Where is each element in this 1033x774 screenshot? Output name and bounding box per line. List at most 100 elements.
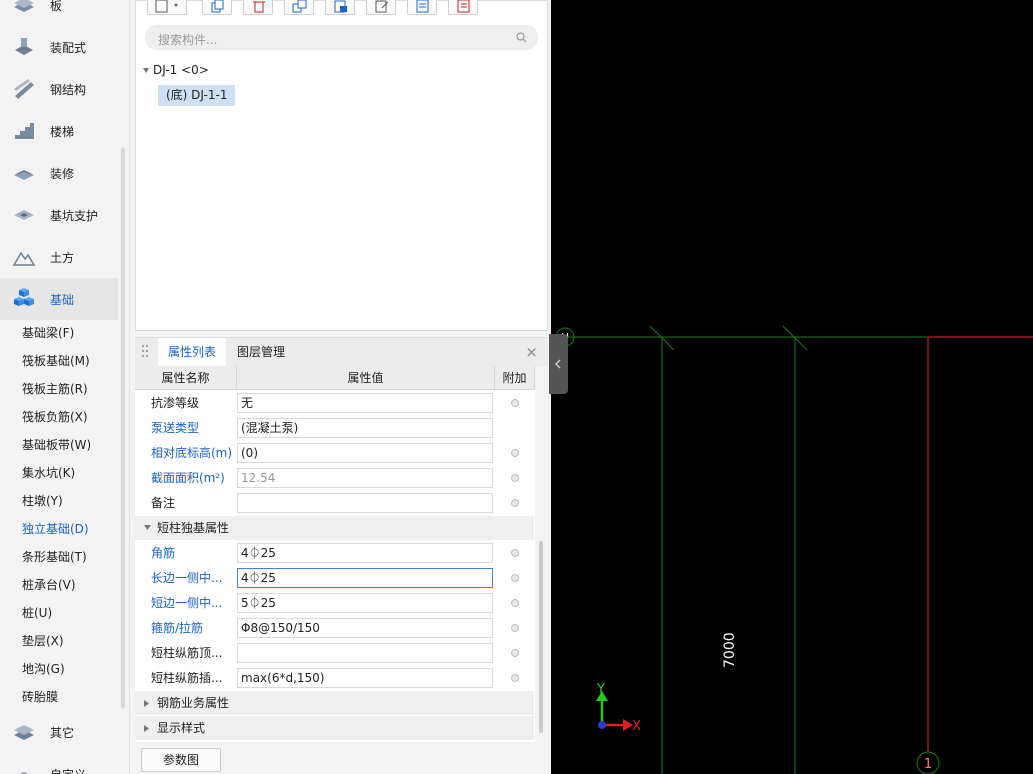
expand-arrow-icon[interactable] — [143, 68, 149, 73]
copy-button[interactable] — [202, 0, 232, 15]
attach-checkbox[interactable] — [511, 574, 519, 582]
property-name: 短柱纵筋顶... — [151, 646, 223, 660]
tab-property-list[interactable]: 属性列表 — [158, 338, 227, 367]
delete-button[interactable] — [243, 0, 273, 15]
expand-arrow-icon — [144, 700, 149, 707]
property-value[interactable]: Φ8@150/150 — [237, 618, 493, 638]
pit-support-icon — [14, 210, 34, 220]
nav-subitem[interactable]: 垫层(X) — [22, 631, 64, 651]
category-sidebar: 板 装配式 钢结构 楼梯 装修 基坑支护 土方 基础 基础梁(F) 筏板基础(M… — [0, 0, 130, 774]
property-value[interactable]: 4⏀25 — [237, 543, 493, 563]
nav-category-label: 土方 — [50, 250, 75, 265]
search-icon[interactable] — [516, 32, 527, 43]
nav-subitem[interactable]: 砖胎膜 — [22, 687, 58, 707]
nav-subitem[interactable]: 筏板负筋(X) — [22, 407, 88, 427]
paste-button[interactable] — [325, 0, 355, 15]
property-group-display[interactable]: 显示样式 — [135, 716, 534, 740]
other-icon — [14, 725, 34, 740]
checklist-button[interactable] — [448, 0, 478, 15]
axis-label-1: 1 — [924, 757, 932, 772]
property-name: 角筋 — [151, 546, 176, 560]
decoration-icon — [14, 170, 34, 180]
steel-icon — [14, 79, 34, 99]
new-component-button[interactable] — [147, 0, 187, 15]
nav-category-stairs[interactable]: 楼梯 — [0, 110, 118, 152]
nav-category-steel[interactable]: 钢结构 — [0, 68, 118, 110]
close-icon[interactable]: × — [525, 343, 538, 361]
tab-layer-management[interactable]: 图层管理 — [237, 338, 285, 367]
nav-subitem[interactable]: 筏板基础(M) — [22, 351, 90, 371]
attach-checkbox[interactable] — [511, 674, 519, 682]
property-name: 短柱纵筋插... — [151, 671, 223, 685]
nav-category-label: 其它 — [50, 725, 75, 740]
nav-category-foundation[interactable]: 基础 — [0, 278, 118, 320]
property-grid: 属性名称 属性值 附加 抗渗等级 无 泵送类型 (混凝土泵) 相对底标高(m) … — [135, 366, 535, 742]
nav-category-other[interactable]: 其它 — [0, 711, 118, 753]
nav-subitem[interactable]: 筏板主筋(R) — [22, 379, 88, 399]
copy-icon — [211, 0, 224, 13]
attach-checkbox[interactable] — [511, 399, 519, 407]
property-value[interactable]: 无 — [237, 393, 493, 413]
property-value[interactable]: (0) — [237, 443, 493, 463]
prefab-icon — [15, 38, 33, 55]
attach-checkbox[interactable] — [511, 499, 519, 507]
property-name: 泵送类型 — [151, 421, 200, 435]
dimension-text: 7000 — [722, 632, 738, 668]
ucs-x-label: X — [632, 719, 641, 734]
attach-checkbox[interactable] — [511, 549, 519, 557]
drag-grip-icon[interactable] — [141, 344, 149, 358]
list-button[interactable] — [407, 0, 437, 15]
ucs-origin — [598, 721, 606, 729]
tree-node-root[interactable]: DJ-1 <0> — [143, 63, 209, 77]
checklist-icon — [457, 0, 470, 13]
foundation-icon — [14, 288, 34, 306]
property-group-rebar[interactable]: 钢筋业务属性 — [135, 691, 534, 715]
panel-collapse-button[interactable] — [549, 334, 568, 394]
attach-checkbox[interactable] — [511, 599, 519, 607]
nav-subitem[interactable]: 柱墩(Y) — [22, 491, 63, 511]
nav-category-custom[interactable]: 自定义 — [0, 753, 118, 774]
nav-subitem[interactable]: 条形基础(T) — [22, 547, 87, 567]
attach-checkbox[interactable] — [511, 624, 519, 632]
property-value[interactable]: (混凝土泵) — [237, 418, 493, 438]
expand-arrow-icon — [144, 725, 149, 732]
property-value[interactable]: max(6*d,150) — [237, 668, 493, 688]
nav-subitem[interactable]: 地沟(G) — [22, 659, 65, 679]
attach-checkbox[interactable] — [511, 449, 519, 457]
nav-subitem[interactable]: 桩承台(V) — [22, 575, 76, 595]
parameter-diagram-button[interactable]: 参数图 — [141, 748, 221, 772]
property-value[interactable]: 5⏀25 — [237, 593, 493, 613]
attach-checkbox[interactable] — [511, 474, 519, 482]
property-value-readonly: 12.54 — [237, 468, 493, 488]
attach-checkbox[interactable] — [511, 649, 519, 657]
chevron-left-icon — [555, 359, 561, 369]
sidebar-scrollbar[interactable] — [121, 148, 125, 708]
nav-category-pit-support[interactable]: 基坑支护 — [0, 194, 118, 236]
nav-category-label: 基坑支护 — [50, 208, 99, 223]
search-input[interactable]: 搜索构件... — [145, 25, 538, 50]
drawing-canvas[interactable]: H 1 7000 Y X — [551, 0, 1033, 774]
property-value[interactable] — [237, 643, 493, 663]
nav-category-prefab[interactable]: 装配式 — [0, 26, 118, 68]
nav-subitem[interactable]: 基础梁(F) — [22, 323, 74, 343]
nav-category-slab[interactable]: 板 — [0, 0, 118, 26]
property-group-short-column[interactable]: 短柱独基属性 — [135, 516, 534, 540]
nav-subitem-active[interactable]: 独立基础(D) — [22, 519, 89, 539]
nav-category-label: 楼梯 — [50, 124, 75, 139]
nav-category-decoration[interactable]: 装修 — [0, 152, 118, 194]
property-scrollbar[interactable] — [539, 541, 543, 733]
custom-icon — [20, 772, 28, 774]
nav-category-earthwork[interactable]: 土方 — [0, 236, 118, 278]
layer-copy-icon — [292, 0, 307, 13]
nav-subitem[interactable]: 集水坑(K) — [22, 463, 75, 483]
new-file-icon — [155, 0, 178, 13]
nav-subitem[interactable]: 基础板带(W) — [22, 435, 91, 455]
component-panel: 搜索构件... DJ-1 <0> (底) DJ-1-1 属性列表 图层管理 × … — [135, 0, 548, 774]
nav-subitem[interactable]: 桩(U) — [22, 603, 52, 623]
layer-copy-button[interactable] — [284, 0, 314, 15]
slab-icon — [14, 0, 34, 12]
tree-node-selected[interactable]: (底) DJ-1-1 — [158, 85, 236, 106]
property-value[interactable] — [237, 493, 493, 513]
property-value-focused[interactable]: 4⏀25 — [237, 568, 493, 588]
rename-button[interactable] — [366, 0, 396, 15]
